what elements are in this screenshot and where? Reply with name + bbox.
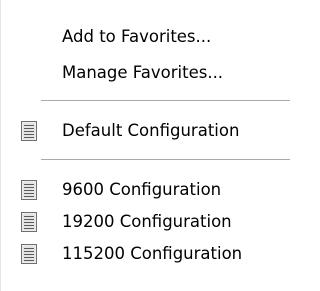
menu-item-label: Default Configuration (62, 120, 240, 140)
document-list-icon (21, 212, 37, 232)
document-list-icon (21, 121, 37, 141)
menu-item-default-configuration[interactable]: Default Configuration (0, 115, 312, 147)
menu-item-label: 115200 Configuration (62, 243, 243, 263)
menu-item-115200-configuration[interactable]: 115200 Configuration (0, 238, 312, 270)
menu-separator (41, 100, 290, 102)
menu-item-label: 19200 Configuration (62, 211, 232, 231)
menu-item-19200-configuration[interactable]: 19200 Configuration (0, 206, 312, 238)
menu-item-label: Manage Favorites... (62, 62, 224, 82)
menu-item-9600-configuration[interactable]: 9600 Configuration (0, 174, 312, 206)
document-list-icon (21, 180, 37, 200)
menu-item-add-to-favorites[interactable]: Add to Favorites... (0, 21, 312, 53)
document-list-icon (21, 244, 37, 264)
context-menu: Add to Favorites... Manage Favorites... … (0, 0, 312, 291)
menu-item-label: 9600 Configuration (62, 179, 222, 199)
menu-item-label: Add to Favorites... (62, 26, 212, 46)
menu-item-manage-favorites[interactable]: Manage Favorites... (0, 57, 312, 89)
menu-separator (41, 159, 290, 161)
